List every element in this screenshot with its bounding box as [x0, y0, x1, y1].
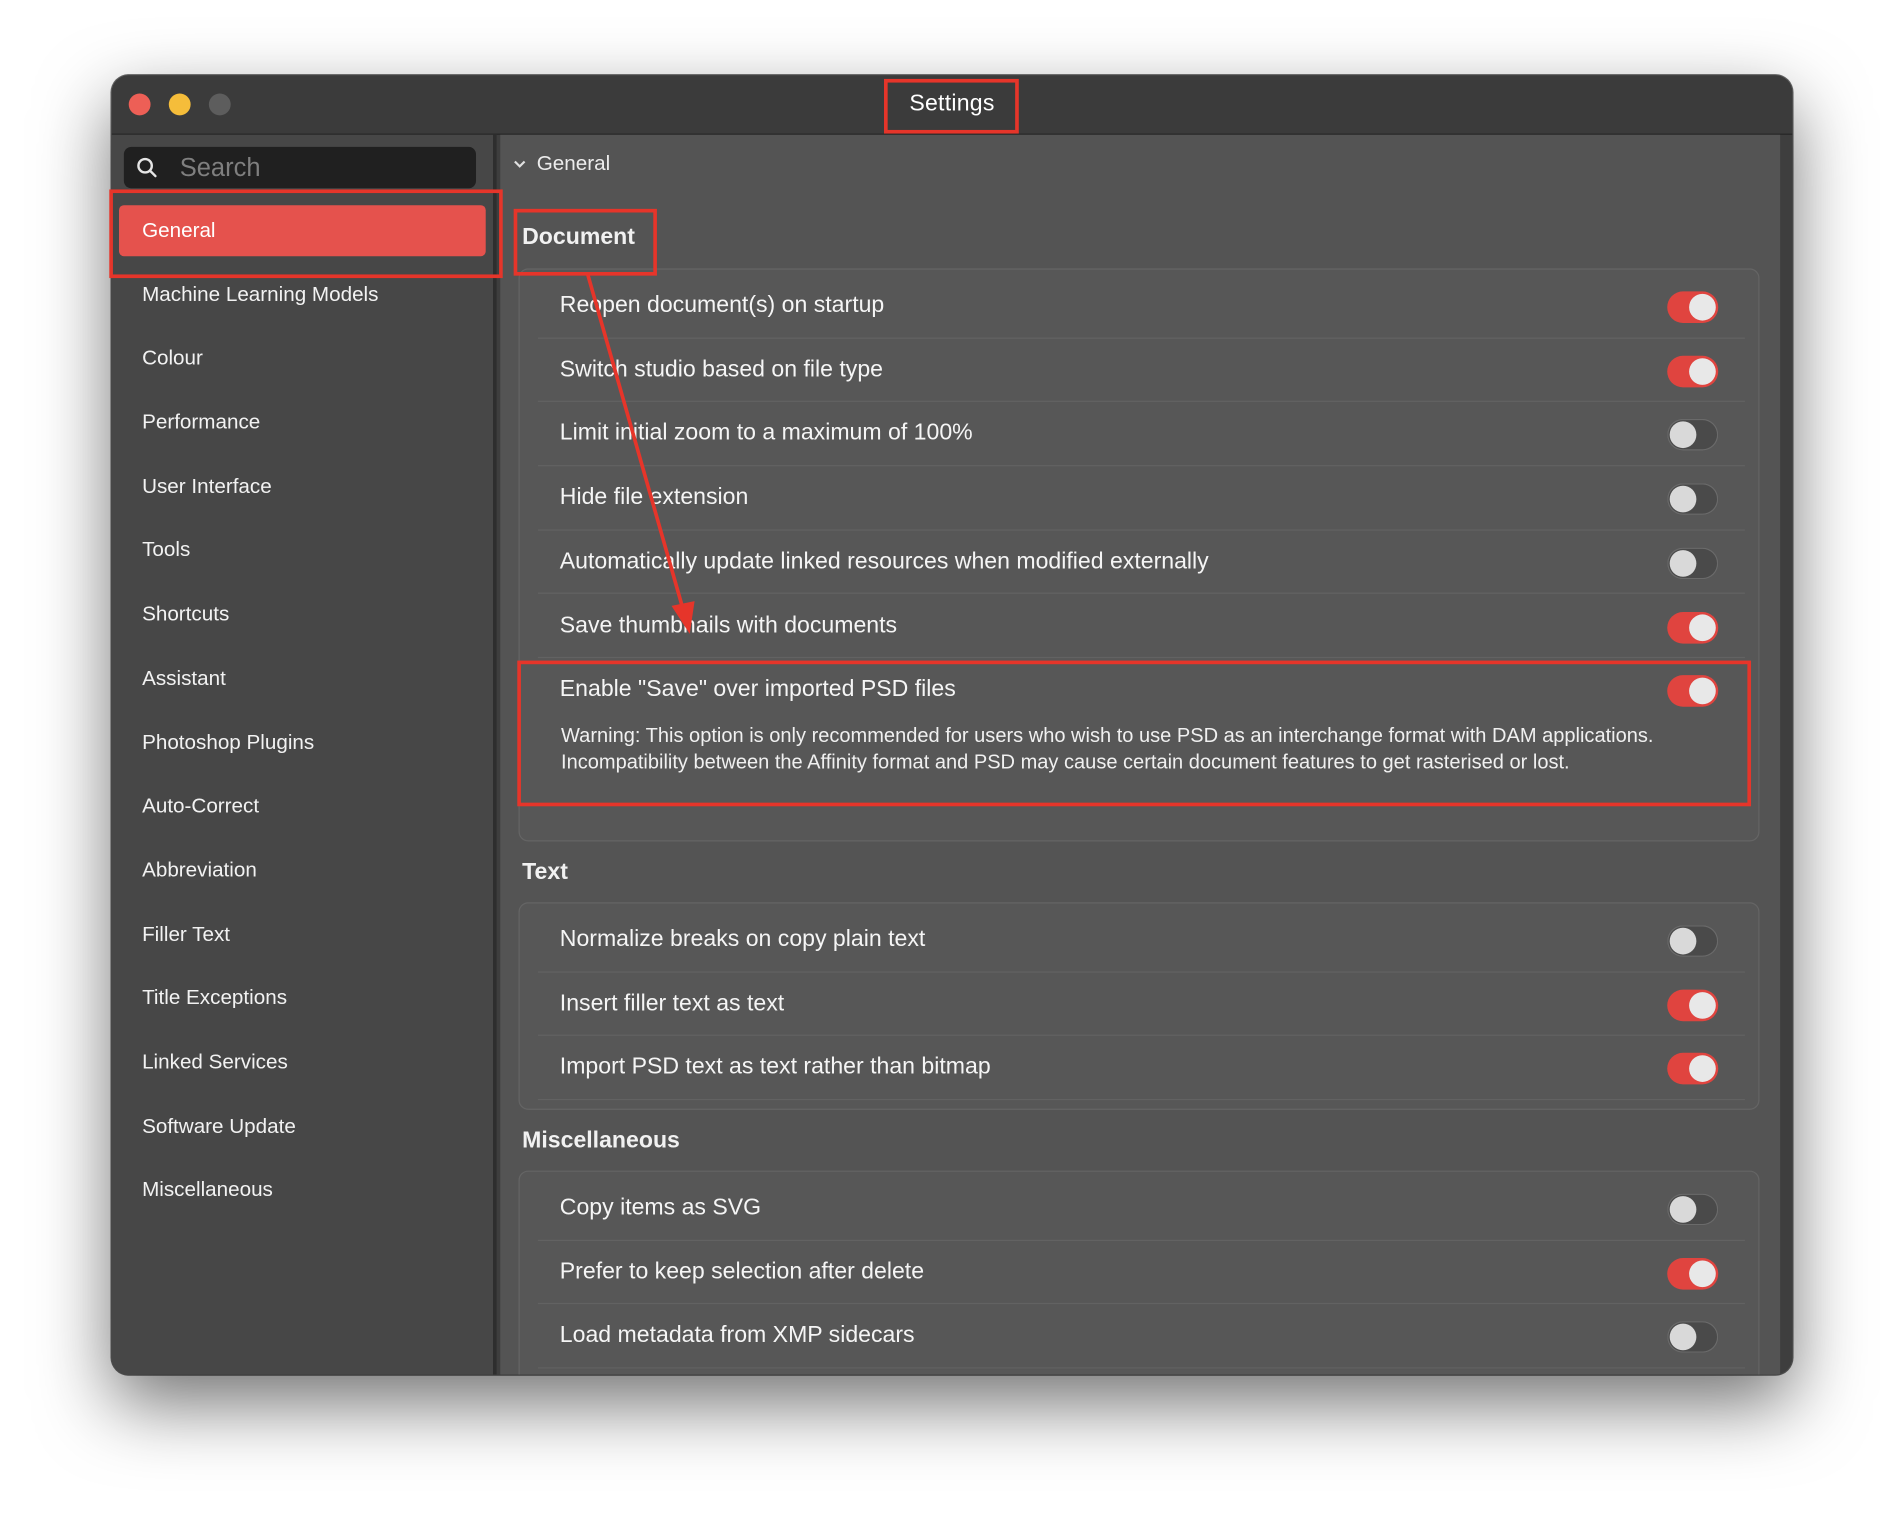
toggle-knob [1689, 293, 1716, 321]
title-bar: Settings [111, 75, 1793, 135]
miscellaneous-group: Copy items as SVG Prefer to keep selectio… [518, 1170, 1760, 1375]
setting-row-enable-save-over-imported-psd-files: Enable "Save" over imported PSD files [538, 658, 1745, 722]
setting-row-save-thumbnails-with-documents: Save thumbnails with documents [537, 594, 1745, 659]
sidebar-item-general[interactable]: General [119, 205, 486, 257]
psd-warning-text: Warning: This option is only recommended… [561, 723, 1763, 776]
sidebar-item-assistant[interactable]: Assistant [119, 653, 486, 704]
toggle-switch[interactable] [1667, 989, 1719, 1021]
sidebar-item-title-exceptions[interactable]: Title Exceptions [119, 973, 486, 1024]
sidebar-item-colour[interactable]: Colour [119, 333, 486, 384]
sidebar-item-abbreviation[interactable]: Abbreviation [119, 845, 486, 896]
toggle-switch[interactable] [1667, 1257, 1719, 1290]
toggle-switch[interactable] [1667, 483, 1719, 515]
setting-row-copy-items-as-svg: Copy items as SVG [537, 1177, 1745, 1241]
toggle-knob [1669, 927, 1697, 955]
toggle-switch[interactable] [1667, 419, 1719, 451]
sidebar-item-performance[interactable]: Performance [119, 397, 486, 448]
toggle-switch[interactable] [1667, 675, 1719, 707]
general-disclosure[interactable]: General [512, 152, 610, 176]
toggle-knob [1689, 677, 1716, 705]
setting-label: Prefer to keep selection after delete [559, 1258, 925, 1285]
toggle-switch[interactable] [1667, 291, 1719, 324]
search-icon [137, 157, 157, 178]
toggle-knob [1669, 421, 1697, 449]
sidebar: Search General Machine Learning Models Col… [111, 134, 497, 1375]
sidebar-item-miscellaneous[interactable]: Miscellaneous [119, 1165, 486, 1216]
setting-label: Enable "Save" over imported PSD files [559, 676, 956, 703]
setting-row-normalize-breaks-on-copy-plain-text: Normalize breaks on copy plain text [537, 908, 1745, 973]
sidebar-item-auto-correct[interactable]: Auto-Correct [119, 781, 486, 832]
sidebar-item-photoshop-plugins[interactable]: Photoshop Plugins [119, 717, 486, 768]
search-placeholder: Search [179, 154, 261, 183]
toggle-knob [1689, 1260, 1716, 1287]
setting-row-automatically-update-linked-resources-when-modified-externally: Automatically update linked resources wh… [537, 530, 1745, 595]
toggle-knob [1669, 485, 1697, 513]
setting-label: Insert filler text as text [559, 990, 785, 1016]
sidebar-item-software-update[interactable]: Software Update [119, 1101, 486, 1152]
toggle-knob [1689, 357, 1716, 385]
setting-row-import-psd-text-as-text-rather-than-bitmap: Import PSD text as text rather than bitm… [537, 1036, 1745, 1101]
window-title: Settings [909, 91, 995, 117]
settings-window: Settings Search General Machine Learning … [111, 75, 1793, 1375]
setting-label: Reopen document(s) on startup [559, 292, 885, 319]
breadcrumb-label: General [536, 151, 611, 175]
setting-row-prefer-to-keep-selection-after-delete: Prefer to keep selection after delete [537, 1241, 1745, 1305]
toggle-knob [1689, 613, 1716, 641]
screenshot-stage: Settings Search General Machine Learning … [0, 0, 1904, 1519]
toggle-switch[interactable] [1667, 1193, 1719, 1226]
section-title-text: Text [522, 859, 568, 886]
setting-row-reopen-document-s-on-startup: Reopen document(s) on startup [537, 274, 1745, 339]
setting-label: Switch studio based on file type [559, 356, 884, 383]
sidebar-item-filler-text[interactable]: Filler Text [119, 909, 486, 960]
toggle-knob [1689, 991, 1716, 1019]
settings-content: General Document Warning: This option is… [500, 134, 1781, 1375]
toggle-switch[interactable] [1667, 1053, 1719, 1085]
toggle-switch[interactable] [1667, 547, 1719, 579]
setting-row-insert-filler-text-as-text: Insert filler text as text [537, 972, 1745, 1037]
document-group: Warning: This option is only recommended… [518, 268, 1763, 842]
search-input[interactable]: Search [123, 146, 477, 189]
text-group: Normalize breaks on copy plain text Inser… [518, 902, 1760, 1110]
sidebar-nav: General Machine Learning Models Colour Perf… [119, 205, 486, 1229]
section-title-miscellaneous: Miscellaneous [522, 1128, 680, 1154]
psd-warning-line-2: Incompatibility between the Affinity for… [561, 751, 1570, 774]
setting-row-limit-initial-zoom-to-a-maximum-of-100: Limit initial zoom to a maximum of 100% [537, 402, 1745, 467]
psd-warning-line-1: Warning: This option is only recommended… [561, 724, 1654, 747]
toggle-switch[interactable] [1667, 611, 1719, 643]
setting-label: Hide file extension [559, 484, 749, 511]
sidebar-item-tools[interactable]: Tools [119, 525, 486, 576]
section-title-document: Document [522, 224, 635, 251]
chevron-down-icon [514, 160, 526, 168]
toggle-switch[interactable] [1667, 355, 1719, 387]
sidebar-item-user-interface[interactable]: User Interface [119, 461, 486, 512]
setting-row-switch-studio-based-on-file-type: Switch studio based on file type [537, 338, 1745, 403]
sidebar-item-machine-learning-models[interactable]: Machine Learning Models [119, 269, 486, 320]
setting-label: Import PSD text as text rather than bitm… [559, 1054, 991, 1080]
toggle-switch[interactable] [1667, 925, 1719, 957]
sidebar-item-linked-services[interactable]: Linked Services [119, 1037, 486, 1088]
toggle-knob [1689, 1055, 1716, 1083]
setting-label: Normalize breaks on copy plain text [559, 926, 926, 953]
toggle-switch[interactable] [1667, 1321, 1719, 1354]
setting-row-load-metadata-from-xmp-sidecars: Load metadata from XMP sidecars [537, 1305, 1745, 1369]
setting-row-hide-file-extension: Hide file extension [537, 466, 1745, 531]
setting-label: Limit initial zoom to a maximum of 100% [559, 420, 973, 447]
setting-label: Save thumbnails with documents [559, 612, 898, 639]
toggle-knob [1669, 1324, 1697, 1351]
toggle-knob [1669, 549, 1697, 577]
setting-label: Copy items as SVG [559, 1194, 762, 1221]
setting-label: Automatically update linked resources wh… [559, 548, 1209, 575]
toggle-knob [1669, 1196, 1697, 1223]
sidebar-item-shortcuts[interactable]: Shortcuts [119, 589, 486, 640]
setting-label: Load metadata from XMP sidecars [559, 1322, 915, 1349]
